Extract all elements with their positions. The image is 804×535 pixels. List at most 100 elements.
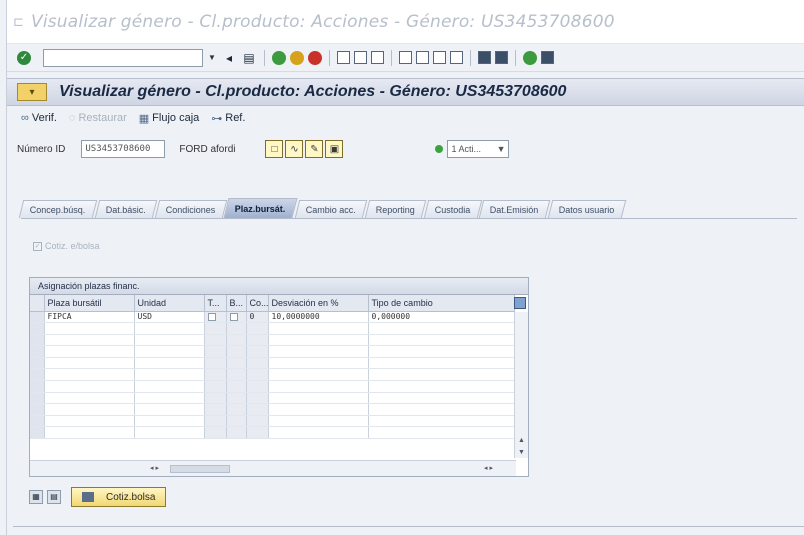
- table-row: [30, 345, 515, 358]
- tab-label: Concep.búsq.: [29, 204, 86, 215]
- system-toolbar: ✓ ▼ ◂ ▤: [7, 44, 804, 72]
- column-header[interactable]: Plaza bursátil: [44, 295, 135, 312]
- table-row: [30, 403, 515, 416]
- system-menu-icon[interactable]: ▾: [17, 83, 47, 101]
- tab-dat-basic[interactable]: Dat.básic.: [94, 200, 157, 218]
- security-name: FORD afordi: [179, 143, 236, 155]
- row-selector[interactable]: [30, 311, 45, 324]
- tab-cambio-acc[interactable]: Cambio acc.: [294, 200, 367, 218]
- ref-button[interactable]: ⊶ Ref.: [211, 112, 245, 125]
- numero-id-field[interactable]: US3453708600: [81, 140, 166, 158]
- document-icon[interactable]: □: [265, 140, 284, 158]
- find-icon[interactable]: [354, 51, 367, 64]
- t-cell: [204, 311, 227, 324]
- unidad-cell: USD: [134, 311, 205, 324]
- window-title: Visualizar género - Cl.producto: Accione…: [31, 11, 615, 32]
- checkbox-checked-icon: ✓: [33, 241, 42, 251]
- table-row: [30, 334, 515, 347]
- status-select-value: 1 Acti...: [451, 144, 481, 154]
- select-all-cell[interactable]: [30, 295, 45, 312]
- horizontal-scrollbar[interactable]: ◂ ▸ ◂ ▸: [30, 460, 516, 476]
- table-settings-icon[interactable]: [514, 297, 526, 309]
- command-dropdown-icon[interactable]: ▼: [207, 53, 217, 62]
- tab-dat-emision[interactable]: Dat.Emisión: [478, 200, 550, 218]
- scroll-left-icon[interactable]: ◂ ▸: [150, 464, 159, 472]
- help-icon[interactable]: [523, 50, 537, 65]
- exit-icon[interactable]: [290, 50, 304, 65]
- last-page-icon[interactable]: [450, 51, 463, 64]
- desviacion-cell: 10,0000000: [268, 311, 369, 324]
- table-row: [30, 415, 515, 428]
- column-header[interactable]: Unidad: [134, 295, 205, 312]
- application-toolbar: ∞ Verif. ◌ Restaurar ▦ Flujo caja ⊶ Ref.: [7, 106, 804, 130]
- column-header[interactable]: Desviación en %: [268, 295, 369, 312]
- previous-page-icon[interactable]: [416, 51, 429, 64]
- status-select[interactable]: 1 Acti... ▼: [447, 140, 510, 158]
- cotiz-checkbox-label: Cotiz. e/bolsa: [45, 241, 100, 251]
- plaza-cell: FIPCA: [44, 311, 135, 324]
- cancel-icon[interactable]: [308, 50, 322, 65]
- scroll-thumb[interactable]: [170, 465, 230, 473]
- shortcut-icon[interactable]: [495, 51, 508, 64]
- flujo-caja-button[interactable]: ▦ Flujo caja: [139, 112, 199, 125]
- tab-condiciones[interactable]: Condiciones: [154, 200, 227, 218]
- scroll-down-icon[interactable]: ▼: [518, 449, 525, 456]
- tab-concep-busq[interactable]: Concep.búsq.: [18, 200, 97, 218]
- select-all-icon[interactable]: ▦: [29, 490, 43, 504]
- sap-logo-icon: ⊏: [13, 13, 24, 29]
- table-title: Asignación plazas financ.: [30, 278, 528, 295]
- pencil-icon[interactable]: ✎: [305, 140, 324, 158]
- tab-label: Condiciones: [165, 204, 215, 215]
- table-toolbar: ▦ ▤ Cotiz.bolsa: [29, 487, 167, 507]
- tab-label: Dat.Emisión: [490, 204, 539, 215]
- checkbox[interactable]: [207, 312, 216, 321]
- enter-icon[interactable]: ✓: [17, 50, 31, 65]
- layout-menu-icon[interactable]: [541, 51, 554, 64]
- tab-plaz-bursat[interactable]: Plaz.bursát.: [223, 198, 298, 218]
- hierarchy-icon: ⊶: [211, 112, 223, 125]
- chart-icon[interactable]: ∿: [285, 140, 304, 158]
- numero-id-label: Número ID: [17, 143, 66, 155]
- tab-reporting[interactable]: Reporting: [364, 200, 426, 218]
- table-icon: ▦: [138, 112, 150, 125]
- status-green-icon: [435, 145, 444, 153]
- notes-icon[interactable]: ▣: [325, 140, 344, 158]
- separator: [264, 49, 265, 66]
- flujo-caja-label: Flujo caja: [152, 112, 200, 124]
- deselect-all-icon[interactable]: ▤: [47, 490, 61, 504]
- vertical-scrollbar[interactable]: ▲ ▼: [514, 312, 528, 458]
- next-page-icon[interactable]: [433, 51, 446, 64]
- tab-strip: Concep.búsq. Dat.básic. Condiciones Plaz…: [18, 196, 626, 218]
- back-icon[interactable]: [272, 50, 286, 65]
- print-icon[interactable]: [337, 51, 350, 64]
- tab-label: Dat.básic.: [105, 204, 146, 215]
- column-header[interactable]: B...: [226, 295, 247, 312]
- cotiz-bolsa-label: Cotiz.bolsa: [106, 491, 156, 503]
- tab-custodia[interactable]: Custodia: [423, 200, 482, 218]
- tipo-cambio-cell: 0,000000: [368, 311, 515, 324]
- back-arrow-icon[interactable]: ◂: [221, 50, 237, 66]
- checkbox[interactable]: [229, 312, 238, 321]
- command-field[interactable]: [43, 48, 203, 67]
- chart-icon: [82, 492, 94, 502]
- first-page-icon[interactable]: [399, 51, 412, 64]
- b-cell: [226, 311, 247, 324]
- save-icon[interactable]: ▤: [241, 50, 257, 66]
- restaurar-button: ◌ Restaurar: [69, 112, 127, 124]
- tab-label: Cambio acc.: [305, 204, 356, 215]
- new-session-icon[interactable]: [478, 51, 491, 64]
- header-fields: Número ID US3453708600 FORD afordi □ ∿ ✎…: [7, 134, 804, 164]
- chevron-down-icon: ▼: [496, 144, 506, 154]
- scroll-up-icon[interactable]: ▲: [518, 437, 525, 444]
- co-cell: 0: [246, 311, 269, 324]
- scroll-right-icon[interactable]: ◂ ▸: [484, 464, 493, 472]
- tab-datos-usuario[interactable]: Datos usuario: [547, 200, 626, 218]
- tab-label: Custodia: [434, 204, 471, 215]
- column-header[interactable]: T...: [204, 295, 227, 312]
- column-header[interactable]: Co...: [246, 295, 269, 312]
- cotiz-bolsa-button[interactable]: Cotiz.bolsa: [71, 487, 167, 507]
- divider: [13, 526, 804, 527]
- column-header[interactable]: Tipo de cambio: [368, 295, 515, 312]
- verif-button[interactable]: ∞ Verif.: [21, 112, 57, 124]
- find-next-icon[interactable]: [371, 51, 384, 64]
